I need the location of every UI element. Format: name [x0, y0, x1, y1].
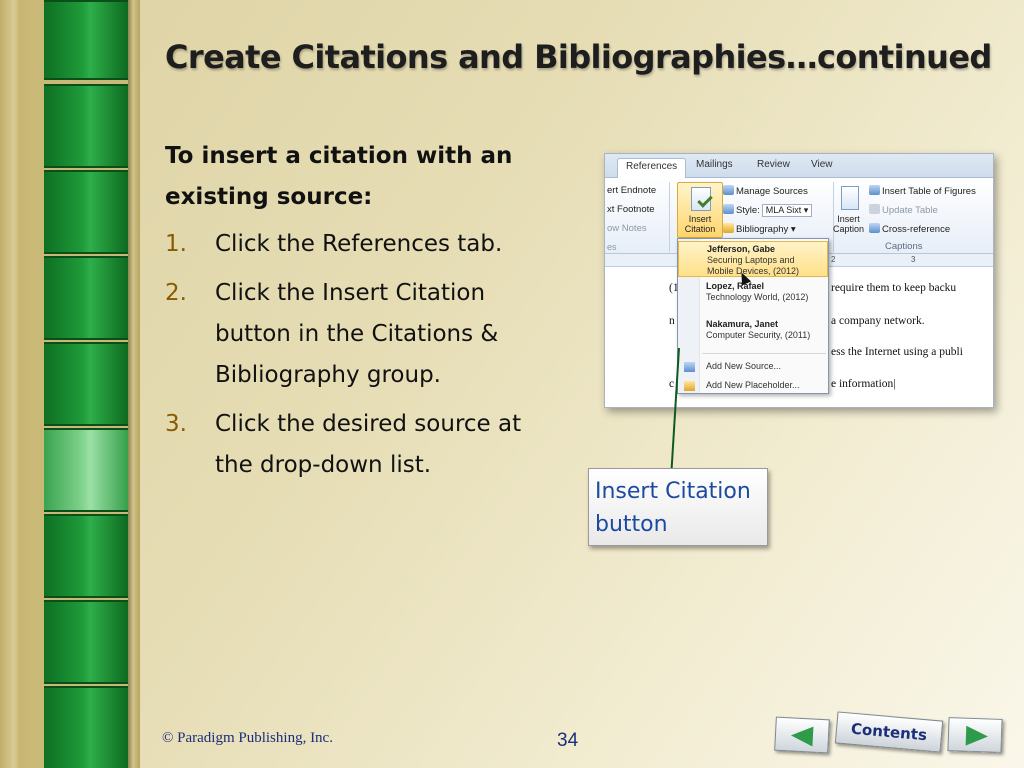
arrow-left-icon — [790, 725, 814, 747]
decorative-tile — [44, 514, 128, 598]
step-item: 1. Click the References tab. — [165, 224, 575, 265]
cross-reference-label: Cross-reference — [882, 224, 951, 235]
step-item: 3. Click the desired source at the drop-… — [165, 404, 575, 486]
tab-mailings[interactable]: Mailings — [696, 159, 733, 170]
style-value: MLA Sixt — [765, 205, 802, 215]
copyright-text: © Paradigm Publishing, Inc. — [162, 730, 333, 746]
decorative-tile-highlight — [44, 428, 128, 512]
tab-review[interactable]: Review — [757, 159, 790, 170]
next-footnote-button[interactable]: xt Footnote — [607, 204, 655, 215]
step-text: Click the References tab. — [215, 231, 503, 257]
previous-slide-button[interactable] — [774, 716, 830, 754]
group-divider — [669, 182, 670, 252]
dropdown-separator — [702, 353, 826, 354]
style-label: Style: — [736, 205, 760, 216]
source-option-nakamura[interactable]: Nakamura, Janet Computer Security, (2011… — [678, 319, 828, 347]
source-option-jefferson[interactable]: Jefferson, Gabe Securing Laptops and Mob… — [678, 241, 828, 277]
update-table-label: Update Table — [882, 205, 938, 216]
step-number: 3. — [165, 411, 187, 437]
bibliography-button[interactable]: Bibliography ▾ — [723, 223, 796, 235]
steps-list: 1. Click the References tab. 2. Click th… — [165, 224, 575, 494]
footnotes-group-label: es — [607, 242, 617, 252]
slide-title: Create Citations and Bibliographies…cont… — [165, 38, 992, 76]
insert-caption-label-line1: Insert — [837, 214, 860, 224]
insert-citation-label-line2: Citation — [684, 224, 716, 234]
source-title: Securing Laptops and — [707, 255, 795, 265]
ruler-mark: 2 — [831, 255, 836, 264]
next-slide-button[interactable] — [947, 717, 1003, 753]
document-text: a company network. — [831, 315, 925, 327]
callout-box: Insert Citation button — [588, 468, 768, 546]
source-option-lopez[interactable]: Lopez, Rafael Technology World, (2012) — [678, 281, 828, 309]
decorative-tile — [44, 256, 128, 340]
bibliography-label: Bibliography — [736, 224, 789, 235]
left-decorative-bar — [0, 0, 140, 768]
contents-button[interactable]: Contents — [834, 711, 944, 753]
insert-table-of-figures-button[interactable]: Insert Table of Figures — [869, 185, 976, 197]
manage-sources-button[interactable]: Manage Sources — [723, 185, 808, 197]
insert-caption-label-line2: Caption — [833, 224, 865, 234]
source-title: Computer Security, (2011) — [706, 330, 811, 340]
word-ribbon-screenshot: References Mailings Review View ert Endn… — [604, 153, 994, 408]
update-table-button[interactable]: Update Table — [869, 204, 938, 216]
decorative-tile — [44, 84, 128, 168]
tab-view[interactable]: View — [811, 159, 833, 170]
insert-endnote-button[interactable]: ert Endnote — [607, 185, 656, 196]
step-text: Click the desired source at the drop-dow… — [215, 411, 522, 478]
decorative-tile — [44, 686, 128, 768]
ruler-mark: 3 — [911, 255, 916, 264]
decorative-tile — [44, 342, 128, 426]
insert-caption-button[interactable]: Insert Caption — [833, 214, 864, 234]
document-text: n — [669, 315, 675, 327]
source-author: Jefferson, Gabe — [707, 244, 776, 254]
style-dropdown[interactable]: MLA Sixt ▾ — [761, 204, 813, 217]
decorative-tile — [44, 170, 128, 254]
add-new-source-option[interactable]: Add New Source... — [678, 361, 828, 372]
cross-reference-icon — [869, 223, 880, 233]
document-text-value: e information — [831, 378, 894, 390]
decorative-tile — [44, 0, 128, 80]
callout-text-line2: button — [595, 512, 668, 537]
insert-citation-button[interactable]: Insert Citation — [677, 182, 723, 238]
step-item: 2. Click the Insert Citation button in t… — [165, 273, 575, 396]
insert-table-of-figures-label: Insert Table of Figures — [882, 186, 976, 197]
tab-references[interactable]: References — [617, 158, 687, 179]
table-of-figures-icon — [869, 185, 880, 195]
source-title: Technology World, (2012) — [706, 292, 809, 302]
intro-text: To insert a citation with an existing so… — [165, 143, 513, 210]
step-text: Click the Insert Citation button in the … — [215, 280, 499, 388]
check-icon — [697, 192, 713, 208]
document-text: c — [669, 378, 675, 390]
update-table-icon — [869, 204, 880, 214]
source-author: Nakamura, Janet — [706, 319, 779, 329]
style-icon — [723, 204, 734, 214]
show-notes-button[interactable]: ow Notes — [607, 223, 647, 234]
document-text: require them to keep backu — [831, 282, 957, 294]
cross-reference-button[interactable]: Cross-reference — [869, 223, 950, 235]
ribbon-tab-bar: References Mailings Review View — [605, 154, 993, 179]
bibliography-icon — [723, 223, 734, 233]
page-number: 34 — [557, 730, 579, 751]
step-number: 2. — [165, 280, 187, 306]
callout-text-line1: Insert Citation — [595, 479, 751, 504]
captions-group-label: Captions — [885, 241, 923, 252]
arrow-right-icon — [965, 725, 989, 747]
style-selector[interactable]: Style: MLA Sixt ▾ — [723, 204, 813, 217]
source-title: Mobile Devices, (2012) — [707, 266, 800, 276]
insert-citation-icon — [691, 187, 713, 211]
add-new-placeholder-option[interactable]: Add New Placeholder... — [678, 380, 828, 391]
step-number: 1. — [165, 231, 187, 257]
manage-sources-label: Manage Sources — [736, 186, 808, 197]
document-text: ess the Internet using a publi — [831, 346, 963, 358]
insert-caption-icon — [841, 186, 859, 210]
source-author: Lopez, Rafael — [706, 281, 765, 291]
insert-citation-label-line1: Insert — [688, 214, 712, 224]
manage-sources-icon — [723, 185, 734, 195]
decorative-tile — [44, 600, 128, 684]
decorative-edge — [128, 0, 134, 768]
citation-dropdown: Jefferson, Gabe Securing Laptops and Mob… — [677, 238, 829, 394]
document-text: e information| — [831, 378, 896, 390]
